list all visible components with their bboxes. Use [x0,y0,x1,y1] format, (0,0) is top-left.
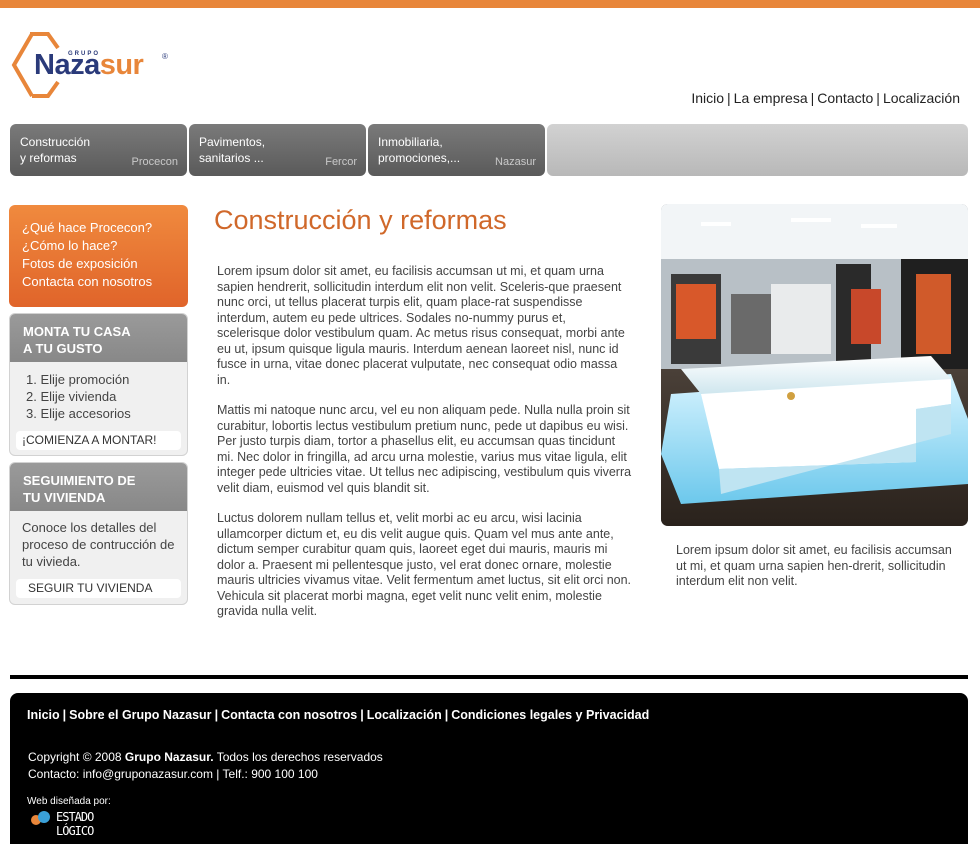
tab-label-line2: promociones,... [378,151,461,165]
tab-company: Fercor [325,156,357,168]
list-item: 2. Elije vivienda [26,389,117,404]
tab-label-line1: Pavimentos, [199,135,266,149]
main-text: Lorem ipsum dolor sit amet, eu facilisis… [217,264,632,635]
footer-link-contacta[interactable]: Contacta con nosotros [221,708,357,722]
sidebar-link-fotos[interactable]: Fotos de exposición [22,255,188,273]
tab-company: Procecon [131,156,178,168]
page-title: Construcción y reformas [214,205,507,235]
sidebar-link-como-lo-hace[interactable]: ¿Cómo lo hace? [22,237,188,255]
company-tabs: Construcción y reformas Procecon Paviment… [10,124,968,176]
tab-label-line1: Construcción [20,135,91,149]
monta-tu-casa-box: MONTA TU CASA A TU GUSTO 1. Elije promoci… [9,313,188,456]
designer-name: ESTADO LÓGICO [56,810,94,838]
list-item: 1. Elije promoción [26,372,130,387]
steps-list: 1. Elije promoción 2. Elije vivienda 3. … [10,362,187,422]
footer-divider [10,675,968,679]
tab-bar-filler [547,124,968,176]
nav-la-empresa[interactable]: La empresa [734,90,808,106]
box-title: MONTA TU CASA A TU GUSTO [10,314,187,362]
tab-fercor[interactable]: Pavimentos, sanitarios ... Fercor [189,124,366,176]
designer-credit: Web diseñada por: [27,796,111,807]
logo[interactable]: GRUPO Nazasur ® [10,30,180,102]
sidebar-links: ¿Qué hace Procecon? ¿Cómo lo hace? Fotos… [9,205,188,307]
paragraph: Mattis mi natoque nunc arcu, vel eu non … [217,403,632,495]
tab-company: Nazasur [495,156,536,168]
top-nav: Inicio | La empresa | Contacto | Localización [691,90,960,106]
seguimiento-box: SEGUIMIENTO DE TU VIVIENDA Conoce los det… [9,462,188,605]
seguir-tu-vivienda-button[interactable]: SEGUIR TU VIVIENDA [16,579,181,598]
paragraph: Luctus dolorem nullam tellus et, velit m… [217,511,632,618]
sidebar-link-contacta[interactable]: Contacta con nosotros [22,273,188,291]
designer-logo[interactable]: ESTADO LÓGICO [28,809,128,838]
footer-nav: Inicio | Sobre el Grupo Nazasur | Contacta c… [27,708,650,722]
footer: Inicio | Sobre el Grupo Nazasur | Contacta c… [10,693,968,844]
box-text: Conoce los detalles del proceso de contr… [22,520,175,569]
logo-dot-icon [38,811,50,823]
top-accent-bar [0,0,980,8]
footer-link-localizacion[interactable]: Localización [367,708,442,722]
tab-label-line2: y reformas [20,151,77,165]
copyright: Copyright © 2008 Grupo Nazasur. Todos lo… [28,750,383,781]
tab-nazasur[interactable]: Inmobiliaria, promociones,... Nazasur [368,124,545,176]
tab-procecon[interactable]: Construcción y reformas Procecon [10,124,187,176]
footer-link-condiciones[interactable]: Condiciones legales y Privacidad [451,708,649,722]
box-title: SEGUIMIENTO DE TU VIVIENDA [10,463,187,511]
footer-link-sobre[interactable]: Sobre el Grupo Nazasur [69,708,211,722]
logo-registered: ® [162,52,168,61]
comienza-a-montar-button[interactable]: ¡COMIENZA A MONTAR! [16,431,181,450]
tab-label-line1: Inmobiliaria, [378,135,443,149]
nav-contacto[interactable]: Contacto [817,90,873,106]
photo-caption: Lorem ipsum dolor sit amet, eu facilisis… [676,543,952,588]
nav-localizacion[interactable]: Localización [883,90,960,106]
footer-link-inicio[interactable]: Inicio [27,708,60,722]
tab-label-line2: sanitarios ... [199,151,264,165]
showroom-photo [661,204,968,526]
nav-inicio[interactable]: Inicio [691,90,724,106]
logo-brand: Nazasur [34,49,144,81]
paragraph: Lorem ipsum dolor sit amet, eu facilisis… [217,264,625,387]
contact-info: Contacto: info@gruponazasur.com | Telf.:… [28,767,318,781]
sidebar-link-que-hace[interactable]: ¿Qué hace Procecon? [22,219,188,237]
list-item: 3. Elije accesorios [26,406,131,421]
